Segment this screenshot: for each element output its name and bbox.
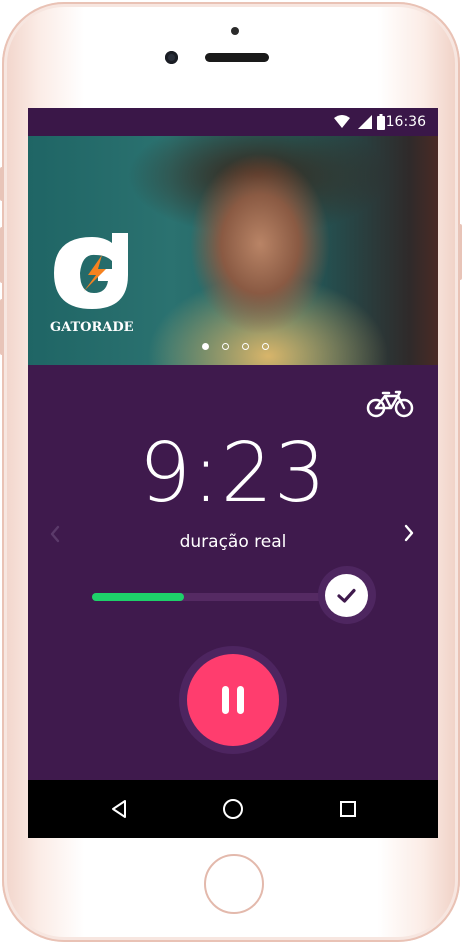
phone-home-button[interactable] [204, 854, 264, 914]
status-bar: 16:36 [28, 108, 438, 136]
carousel-dot-2[interactable] [222, 343, 230, 350]
volume-down-button [0, 299, 4, 355]
hero-carousel[interactable]: GATORADE [28, 136, 438, 365]
front-camera [165, 51, 178, 64]
back-triangle-icon[interactable] [110, 799, 128, 819]
gatorade-logo-icon [54, 233, 128, 309]
volume-button [0, 167, 4, 201]
wifi-icon [334, 115, 350, 128]
power-button [458, 224, 462, 280]
app-screen: 16:36 GATORADE 9:23 duração real [28, 108, 438, 838]
progress-fill [92, 593, 185, 601]
battery-icon [377, 114, 385, 130]
pause-button[interactable] [187, 654, 279, 746]
android-nav-bar [28, 780, 438, 838]
earpiece-speaker [205, 53, 269, 62]
status-time: 16:36 [385, 114, 426, 130]
signal-icon [358, 115, 372, 129]
bicycle-icon[interactable] [366, 388, 414, 418]
recent-square-icon[interactable] [339, 800, 357, 818]
brand-wordmark: GATORADE [50, 320, 134, 335]
pause-icon [222, 686, 244, 714]
volume-up-button [0, 227, 4, 283]
checkmark-icon [337, 588, 356, 603]
finish-check-button[interactable] [325, 574, 368, 617]
elapsed-time: 9:23 [138, 426, 328, 521]
carousel-dot-3[interactable] [242, 343, 250, 350]
proximity-sensor [231, 27, 239, 35]
duration-label: duração real [179, 532, 287, 552]
carousel-dot-1[interactable] [202, 343, 209, 350]
carousel-dots [202, 335, 277, 350]
carousel-dot-4[interactable] [262, 343, 270, 350]
progress-track [92, 593, 348, 601]
home-circle-icon[interactable] [222, 798, 244, 820]
